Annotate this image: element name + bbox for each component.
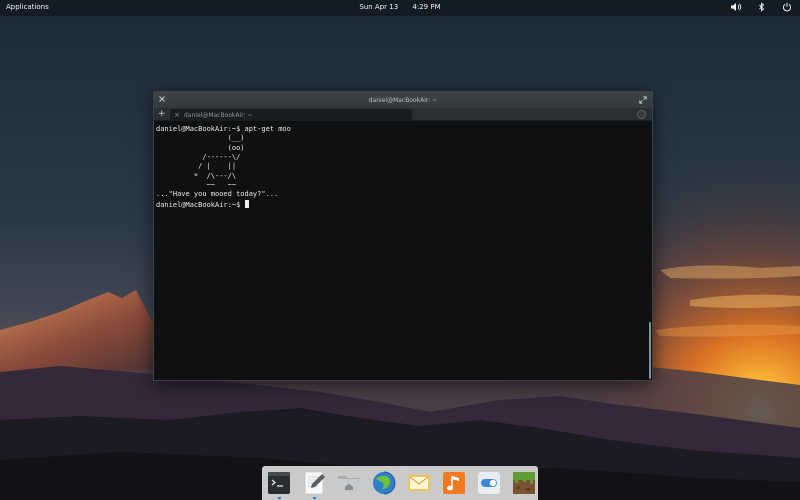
terminal-line: ..."Have you mooed today?"... [156, 190, 279, 199]
mail-icon [408, 475, 430, 491]
terminal-line: (__) [227, 134, 245, 143]
volume-icon[interactable] [730, 2, 742, 12]
terminal-line: / | || [198, 162, 237, 171]
terminal-prompt-line: daniel@MacBookAir:~$ [156, 199, 652, 210]
maximize-icon[interactable] [639, 96, 647, 106]
window-titlebar[interactable]: daniel@MacBookAir: ~ [154, 92, 652, 108]
terminal-prompt: daniel@MacBookAir:~$ [156, 200, 245, 209]
terminal-line: * /\---/\ [193, 171, 237, 180]
running-indicator [278, 497, 281, 499]
terminal-line: /------\/ [202, 153, 241, 162]
terminal-window[interactable]: daniel@MacBookAir: ~ + × daniel@MacBookA… [153, 91, 653, 381]
folder-home-icon [338, 476, 360, 492]
terminal-cursor [244, 199, 249, 208]
panel-date: Sun Apr 13 [359, 3, 399, 11]
tab-bar: + × daniel@MacBookAir: ~ [154, 108, 652, 121]
dock [262, 466, 538, 500]
terminal-scrollbar[interactable] [649, 322, 651, 379]
music-icon [443, 472, 465, 494]
terminal-line: (oo) [227, 143, 245, 152]
switchboard-icon [478, 472, 500, 494]
dock-item-text-editor[interactable] [301, 470, 327, 499]
terminal-lines: daniel@MacBookAir:~$ apt-get moo (__) (o… [156, 125, 652, 200]
top-panel: Applications Sun Apr 13 4:29 PM [0, 0, 800, 16]
new-tab-button[interactable]: + [158, 109, 166, 119]
dock-item-mail[interactable] [406, 470, 432, 496]
dock-item-minecraft[interactable] [511, 470, 537, 496]
bluetooth-icon[interactable] [758, 2, 766, 12]
tab-daniel-macbookair[interactable]: × daniel@MacBookAir: ~ [170, 109, 412, 121]
dock-item-settings[interactable] [476, 470, 502, 496]
dock-item-files[interactable] [336, 470, 362, 496]
dock-item-web-browser[interactable] [371, 470, 397, 496]
terminal-output[interactable]: daniel@MacBookAir:~$ apt-get moo (__) (o… [154, 122, 652, 380]
running-indicator [313, 497, 316, 499]
minecraft-icon [513, 472, 535, 494]
dock-item-terminal[interactable] [266, 470, 292, 499]
window-title: daniel@MacBookAir: ~ [368, 97, 438, 104]
terminal-line: daniel@MacBookAir:~$ apt-get moo [156, 125, 291, 133]
panel-clock[interactable]: Sun Apr 13 4:29 PM [0, 3, 800, 11]
terminal-line: ~~ ~~ [206, 181, 237, 190]
restore-tab-icon[interactable] [637, 110, 646, 119]
dock-item-music[interactable] [441, 470, 467, 496]
tab-close-icon[interactable]: × [174, 111, 180, 119]
terminal-icon [268, 472, 290, 494]
tab-label: daniel@MacBookAir: ~ [184, 112, 253, 119]
web-browser-icon [373, 471, 396, 495]
panel-indicators [730, 2, 792, 12]
panel-time: 4:29 PM [412, 3, 441, 11]
text-editor-icon [304, 471, 325, 495]
power-icon[interactable] [782, 2, 792, 12]
